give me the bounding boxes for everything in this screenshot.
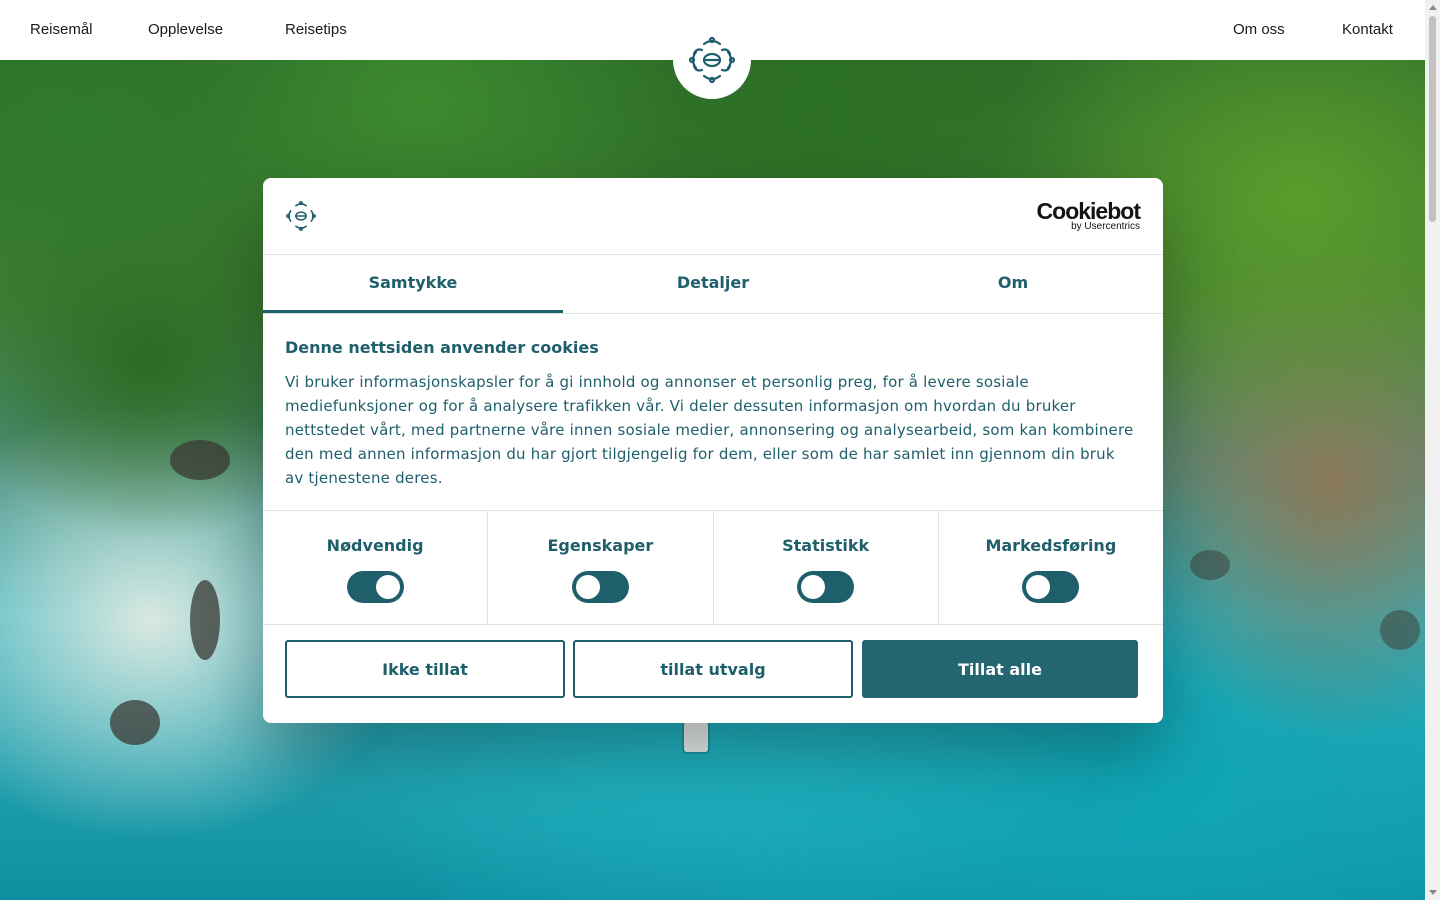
tab-om[interactable]: Om <box>863 255 1163 313</box>
dialog-tabs: Samtykke Detaljer Om <box>263 255 1163 314</box>
consent-toggles: Nødvendig Egenskaper Statistikk Markedsf… <box>263 510 1163 625</box>
scrollbar-thumb[interactable] <box>1429 16 1436 222</box>
toggle-cell-egenskaper: Egenskaper <box>488 511 714 624</box>
toggle-statistikk[interactable] <box>797 571 855 603</box>
toggle-cell-markedsforing: Markedsføring <box>939 511 1163 624</box>
scroll-down-icon[interactable] <box>1429 890 1437 895</box>
dialog-body: Denne nettsiden anvender cookies Vi bruk… <box>285 336 1135 490</box>
allow-selection-button[interactable]: tillat utvalg <box>573 640 853 698</box>
toggle-egenskaper[interactable] <box>571 571 629 603</box>
toggle-markedsforing[interactable] <box>1022 571 1080 603</box>
ornament-logo-icon <box>688 36 736 84</box>
cookiebot-logo[interactable]: Cookiebot by Usercentrics <box>1036 198 1141 232</box>
nav-om-oss[interactable]: Om oss <box>1233 20 1285 40</box>
tab-samtykke[interactable]: Samtykke <box>263 255 563 313</box>
dialog-title: Denne nettsiden anvender cookies <box>285 338 599 357</box>
cookie-consent-dialog: Cookiebot by Usercentrics Samtykke Detal… <box>263 178 1163 723</box>
nav-reisemal[interactable]: Reisemål <box>30 20 93 40</box>
page-scrollbar[interactable] <box>1425 0 1440 900</box>
allow-all-button[interactable]: Tillat alle <box>862 640 1138 698</box>
toggle-label-egenskaper: Egenskaper <box>547 536 654 555</box>
ornament-logo-icon <box>286 201 316 231</box>
nav-opplevelse[interactable]: Opplevelse <box>148 20 223 40</box>
toggle-label-nodvendig: Nødvendig <box>326 536 424 555</box>
nav-reisetips[interactable]: Reisetips <box>285 20 347 40</box>
site-logo[interactable] <box>673 21 751 99</box>
dialog-buttons: Ikke tillat tillat utvalg Tillat alle <box>285 640 1138 698</box>
toggle-cell-statistikk: Statistikk <box>714 511 939 624</box>
toggle-nodvendig[interactable] <box>346 571 404 603</box>
toggle-cell-nodvendig: Nødvendig <box>263 511 489 624</box>
nav-kontakt[interactable]: Kontakt <box>1342 20 1393 40</box>
dialog-description: Vi bruker informasjonskapsler for å gi i… <box>285 373 1134 487</box>
toggle-label-markedsforing: Markedsføring <box>985 536 1117 555</box>
boat <box>684 720 708 752</box>
dialog-header: Cookiebot by Usercentrics <box>263 178 1163 255</box>
dialog-logo <box>283 198 319 238</box>
toggle-label-statistikk: Statistikk <box>782 536 870 555</box>
tab-detaljer[interactable]: Detaljer <box>563 255 863 313</box>
deny-button[interactable]: Ikke tillat <box>285 640 565 698</box>
scroll-up-icon[interactable] <box>1429 5 1437 10</box>
cookiebot-name: Cookiebot <box>1036 198 1141 224</box>
